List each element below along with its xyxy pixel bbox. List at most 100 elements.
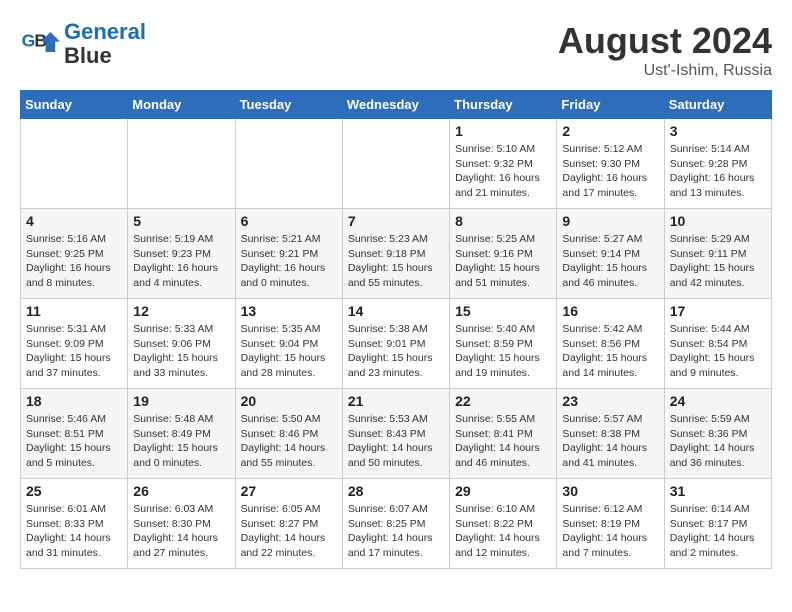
calendar-cell	[21, 119, 128, 209]
calendar-cell: 20 Sunrise: 5:50 AM Sunset: 8:46 PM Dayli…	[235, 389, 342, 479]
day-info: Sunrise: 5:53 AM Sunset: 8:43 PM Dayligh…	[348, 412, 444, 471]
calendar-cell: 12 Sunrise: 5:33 AM Sunset: 9:06 PM Dayli…	[128, 299, 235, 389]
day-number: 4	[26, 213, 122, 229]
weekday-header-monday: Monday	[128, 91, 235, 119]
day-number: 9	[562, 213, 658, 229]
calendar-week-1: 1Sunrise: 5:10 AM Sunset: 9:32 PM Daylig…	[21, 119, 772, 209]
day-number: 29	[455, 483, 551, 499]
day-info: Sunrise: 5:50 AM Sunset: 8:46 PM Dayligh…	[241, 412, 337, 471]
weekday-header-wednesday: Wednesday	[342, 91, 449, 119]
calendar-cell: 19 Sunrise: 5:48 AM Sunset: 8:49 PM Dayli…	[128, 389, 235, 479]
calendar-cell: 11 Sunrise: 5:31 AM Sunset: 9:09 PM Dayli…	[21, 299, 128, 389]
calendar-cell: 28Sunrise: 6:07 AM Sunset: 8:25 PM Dayli…	[342, 479, 449, 569]
weekday-header-row: SundayMondayTuesdayWednesdayThursdayFrid…	[21, 91, 772, 119]
day-info: Sunrise: 5:16 AM Sunset: 9:25 PM Dayligh…	[26, 232, 122, 291]
day-number: 17	[670, 303, 766, 319]
day-number: 31	[670, 483, 766, 499]
day-info: Sunrise: 5:35 AM Sunset: 9:04 PM Dayligh…	[241, 322, 337, 381]
calendar-cell: 27 Sunrise: 6:05 AM Sunset: 8:27 PM Dayli…	[235, 479, 342, 569]
day-number: 8	[455, 213, 551, 229]
location: Ust'-Ishim, Russia	[558, 62, 772, 80]
day-number: 5	[133, 213, 229, 229]
calendar-cell: 18Sunrise: 5:46 AM Sunset: 8:51 PM Dayli…	[21, 389, 128, 479]
day-info: Sunrise: 5:21 AM Sunset: 9:21 PM Dayligh…	[241, 232, 337, 291]
day-info: Sunrise: 5:12 AM Sunset: 9:30 PM Dayligh…	[562, 142, 658, 201]
calendar-cell: 10 Sunrise: 5:29 AM Sunset: 9:11 PM Dayli…	[664, 209, 771, 299]
weekday-header-saturday: Saturday	[664, 91, 771, 119]
calendar-cell	[235, 119, 342, 209]
day-info: Sunrise: 5:33 AM Sunset: 9:06 PM Dayligh…	[133, 322, 229, 381]
day-number: 12	[133, 303, 229, 319]
calendar-cell: 16 Sunrise: 5:42 AM Sunset: 8:56 PM Dayli…	[557, 299, 664, 389]
day-info: Sunrise: 5:42 AM Sunset: 8:56 PM Dayligh…	[562, 322, 658, 381]
day-info: Sunrise: 6:03 AM Sunset: 8:30 PM Dayligh…	[133, 502, 229, 561]
weekday-header-tuesday: Tuesday	[235, 91, 342, 119]
calendar-cell: 26 Sunrise: 6:03 AM Sunset: 8:30 PM Dayli…	[128, 479, 235, 569]
day-number: 20	[241, 393, 337, 409]
day-info: Sunrise: 5:55 AM Sunset: 8:41 PM Dayligh…	[455, 412, 551, 471]
day-number: 26	[133, 483, 229, 499]
calendar-cell: 5 Sunrise: 5:19 AM Sunset: 9:23 PM Daylig…	[128, 209, 235, 299]
calendar-table: SundayMondayTuesdayWednesdayThursdayFrid…	[20, 90, 772, 569]
day-info: Sunrise: 5:57 AM Sunset: 8:38 PM Dayligh…	[562, 412, 658, 471]
logo: G B General Blue	[20, 20, 146, 68]
day-number: 13	[241, 303, 337, 319]
calendar-cell: 25 Sunrise: 6:01 AM Sunset: 8:33 PM Dayli…	[21, 479, 128, 569]
day-info: Sunrise: 6:14 AM Sunset: 8:17 PM Dayligh…	[670, 502, 766, 561]
logo-text: General Blue	[64, 20, 146, 68]
day-number: 11	[26, 303, 122, 319]
calendar-cell: 13 Sunrise: 5:35 AM Sunset: 9:04 PM Dayli…	[235, 299, 342, 389]
day-number: 25	[26, 483, 122, 499]
calendar-week-4: 18Sunrise: 5:46 AM Sunset: 8:51 PM Dayli…	[21, 389, 772, 479]
day-number: 1	[455, 123, 551, 139]
day-info: Sunrise: 5:19 AM Sunset: 9:23 PM Dayligh…	[133, 232, 229, 291]
day-number: 23	[562, 393, 658, 409]
weekday-header-sunday: Sunday	[21, 91, 128, 119]
calendar-cell: 23 Sunrise: 5:57 AM Sunset: 8:38 PM Dayli…	[557, 389, 664, 479]
day-info: Sunrise: 5:40 AM Sunset: 8:59 PM Dayligh…	[455, 322, 551, 381]
day-info: Sunrise: 5:48 AM Sunset: 8:49 PM Dayligh…	[133, 412, 229, 471]
day-number: 28	[348, 483, 444, 499]
day-number: 15	[455, 303, 551, 319]
svg-text:G: G	[22, 31, 36, 51]
calendar-cell: 30 Sunrise: 6:12 AM Sunset: 8:19 PM Dayli…	[557, 479, 664, 569]
day-number: 24	[670, 393, 766, 409]
calendar-cell: 3 Sunrise: 5:14 AM Sunset: 9:28 PM Daylig…	[664, 119, 771, 209]
day-info: Sunrise: 5:25 AM Sunset: 9:16 PM Dayligh…	[455, 232, 551, 291]
logo-line1: General	[64, 19, 146, 44]
day-number: 30	[562, 483, 658, 499]
day-info: Sunrise: 5:14 AM Sunset: 9:28 PM Dayligh…	[670, 142, 766, 201]
weekday-header-friday: Friday	[557, 91, 664, 119]
calendar-cell: 9 Sunrise: 5:27 AM Sunset: 9:14 PM Daylig…	[557, 209, 664, 299]
calendar-week-5: 25 Sunrise: 6:01 AM Sunset: 8:33 PM Dayli…	[21, 479, 772, 569]
day-number: 21	[348, 393, 444, 409]
calendar-cell: 31 Sunrise: 6:14 AM Sunset: 8:17 PM Dayli…	[664, 479, 771, 569]
page-header: G B General Blue August 2024 Ust'-Ishim,…	[20, 20, 772, 80]
day-info: Sunrise: 5:29 AM Sunset: 9:11 PM Dayligh…	[670, 232, 766, 291]
day-number: 16	[562, 303, 658, 319]
day-info: Sunrise: 5:44 AM Sunset: 8:54 PM Dayligh…	[670, 322, 766, 381]
calendar-cell: 6 Sunrise: 5:21 AM Sunset: 9:21 PM Daylig…	[235, 209, 342, 299]
calendar-cell: 14Sunrise: 5:38 AM Sunset: 9:01 PM Dayli…	[342, 299, 449, 389]
day-info: Sunrise: 6:10 AM Sunset: 8:22 PM Dayligh…	[455, 502, 551, 561]
day-info: Sunrise: 6:05 AM Sunset: 8:27 PM Dayligh…	[241, 502, 337, 561]
calendar-cell	[128, 119, 235, 209]
day-number: 3	[670, 123, 766, 139]
calendar-week-2: 4 Sunrise: 5:16 AM Sunset: 9:25 PM Daylig…	[21, 209, 772, 299]
calendar-cell: 4 Sunrise: 5:16 AM Sunset: 9:25 PM Daylig…	[21, 209, 128, 299]
weekday-header-thursday: Thursday	[450, 91, 557, 119]
day-number: 2	[562, 123, 658, 139]
logo-icon: G B	[20, 24, 60, 64]
day-info: Sunrise: 5:27 AM Sunset: 9:14 PM Dayligh…	[562, 232, 658, 291]
day-info: Sunrise: 5:38 AM Sunset: 9:01 PM Dayligh…	[348, 322, 444, 381]
day-number: 7	[348, 213, 444, 229]
day-info: Sunrise: 5:31 AM Sunset: 9:09 PM Dayligh…	[26, 322, 122, 381]
day-info: Sunrise: 6:12 AM Sunset: 8:19 PM Dayligh…	[562, 502, 658, 561]
calendar-cell: 8 Sunrise: 5:25 AM Sunset: 9:16 PM Daylig…	[450, 209, 557, 299]
day-number: 6	[241, 213, 337, 229]
day-number: 27	[241, 483, 337, 499]
title-block: August 2024 Ust'-Ishim, Russia	[558, 20, 772, 80]
day-number: 10	[670, 213, 766, 229]
day-number: 19	[133, 393, 229, 409]
day-info: Sunrise: 6:01 AM Sunset: 8:33 PM Dayligh…	[26, 502, 122, 561]
